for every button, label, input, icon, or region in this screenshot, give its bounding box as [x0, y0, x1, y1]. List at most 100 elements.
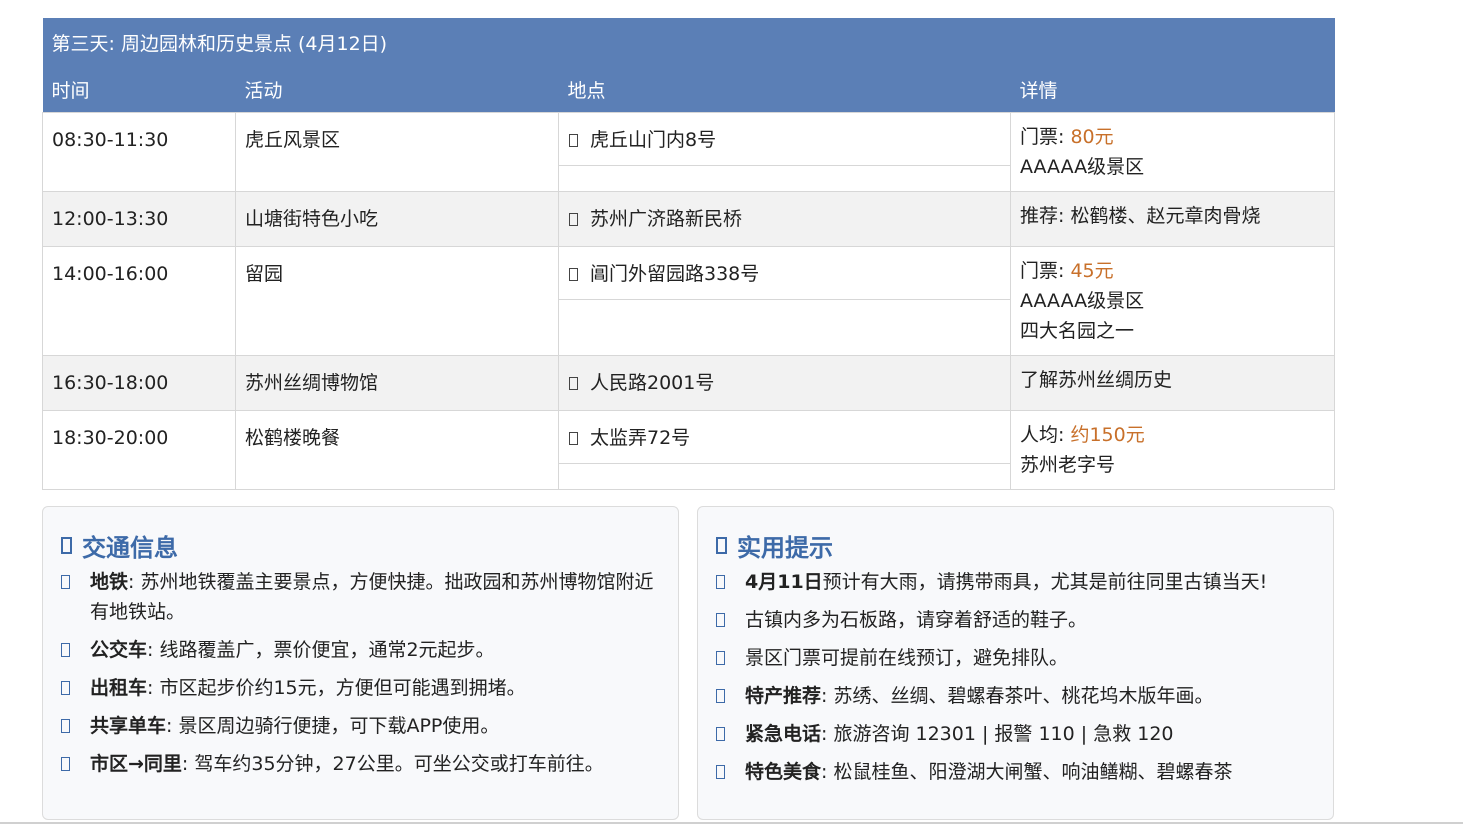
detail-line: AAAAA级景区 [1020, 290, 1145, 312]
location-text: 人民路2001号 [590, 372, 715, 394]
column-header-location: 地点 [558, 66, 1011, 113]
list-item: 地铁: 苏州地铁覆盖主要景点，方便快捷。拙政园和苏州博物馆附近有地铁站。 [61, 567, 660, 627]
cell-activity: 山塘街特色小吃 [235, 191, 559, 247]
item-body: 古镇内多为石板路，请穿着舒适的鞋子。 [745, 609, 1088, 631]
page-bottom-divider [0, 822, 1463, 824]
cell-activity: 苏州丝绸博物馆 [235, 355, 559, 411]
item-label: 共享单车 [90, 715, 167, 737]
location-text: 太监弄72号 [590, 427, 691, 449]
cell-time: 18:30-20:00 [42, 410, 236, 490]
page: 第三天: 周边园林和历史景点 (4月12日) 时间 活动 地点 详情 08:30… [0, 0, 1463, 825]
table-row: 08:30-11:30 虎丘风景区 虎丘山门内8号 门票: 80元 AAAAA级… [42, 112, 1336, 192]
item-body: : 苏州地铁覆盖主要景点，方便快捷。拙政园和苏州博物馆附近有地铁站。 [90, 571, 654, 623]
detail-line: 门票: 45元 [1020, 256, 1325, 286]
map-pin-icon [569, 376, 578, 390]
detail-label: 门票: [1020, 126, 1071, 148]
transport-list: 地铁: 苏州地铁覆盖主要景点，方便快捷。拙政园和苏州博物馆附近有地铁站。 公交车… [61, 567, 660, 779]
price-value: 约150元 [1070, 424, 1145, 446]
detail-label: 人均: [1020, 424, 1071, 446]
cell-location: 人民路2001号 [558, 355, 1011, 411]
location-link[interactable]: 虎丘山门内8号 [559, 113, 1010, 166]
item-label: 市区→同里 [90, 753, 182, 775]
cell-details: 推荐: 松鹤楼、赵元章肉骨烧 [1009, 191, 1336, 247]
list-item-text: 市区→同里: 驾车约35分钟，27公里。可坐公交或打车前往。 [90, 749, 604, 779]
transport-title-text: 交通信息 [82, 533, 178, 562]
item-label: 特产推荐 [745, 685, 822, 707]
list-item-text: 公交车: 线路覆盖广，票价便宜，通常2元起步。 [90, 635, 495, 665]
location-text: 苏州广济路新民桥 [590, 208, 743, 230]
list-item-text: 出租车: 市区起步价约15元，方便但可能遇到拥堵。 [90, 673, 526, 703]
list-item-text: 特色美食: 松鼠桂鱼、阳澄湖大闸蟹、响油鳝糊、碧螺春茶 [745, 757, 1232, 787]
item-label: 公交车 [90, 639, 148, 661]
cell-activity: 松鹤楼晚餐 [235, 410, 559, 490]
location-link[interactable]: 苏州广济路新民桥 [559, 192, 1010, 244]
item-body: : 景区周边骑行便捷，可下载APP使用。 [166, 715, 500, 737]
cell-activity: 虎丘风景区 [235, 112, 559, 192]
missing-glyph-icon [61, 643, 70, 657]
cell-details: 人均: 约150元 苏州老字号 [1009, 410, 1336, 490]
item-body: : 线路覆盖广，票价便宜，通常2元起步。 [147, 639, 495, 661]
cell-time: 08:30-11:30 [42, 112, 236, 192]
list-item: 出租车: 市区起步价约15元，方便但可能遇到拥堵。 [61, 673, 660, 703]
item-label: 地铁 [90, 571, 129, 593]
missing-glyph-icon [716, 651, 725, 665]
missing-glyph-icon [716, 613, 725, 627]
detail-line: 了解苏州丝绸历史 [1020, 369, 1173, 391]
map-pin-icon [569, 133, 578, 147]
price-value: 45元 [1070, 260, 1114, 282]
price-value: 80元 [1070, 126, 1114, 148]
list-item: 特产推荐: 苏绣、丝绸、碧螺春茶叶、桃花坞木版年画。 [716, 681, 1315, 711]
cell-location: 阊门外留园路338号 [558, 246, 1011, 356]
list-item: 市区→同里: 驾车约35分钟，27公里。可坐公交或打车前往。 [61, 749, 660, 779]
cell-location: 太监弄72号 [558, 410, 1011, 490]
cell-time: 12:00-13:30 [42, 191, 236, 247]
tips-title-text: 实用提示 [737, 533, 833, 562]
item-body: 预计有大雨，请携带雨具，尤其是前往同里古镇当天! [822, 571, 1268, 593]
table-row: 14:00-16:00 留园 阊门外留园路338号 门票: 45元 AAAAA级… [42, 246, 1336, 356]
item-label: 紧急电话 [745, 723, 822, 745]
table-row: 12:00-13:30 山塘街特色小吃 苏州广济路新民桥 推荐: 松鹤楼、赵元章… [42, 191, 1336, 247]
transport-card: 交通信息 地铁: 苏州地铁覆盖主要景点，方便快捷。拙政园和苏州博物馆附近有地铁站… [42, 506, 679, 820]
detail-line: AAAAA级景区 [1020, 156, 1145, 178]
list-item-text: 地铁: 苏州地铁覆盖主要景点，方便快捷。拙政园和苏州博物馆附近有地铁站。 [90, 567, 660, 627]
list-item: 古镇内多为石板路，请穿着舒适的鞋子。 [716, 605, 1315, 635]
location-text: 阊门外留园路338号 [590, 263, 760, 285]
item-body: : 松鼠桂鱼、阳澄湖大闸蟹、响油鳝糊、碧螺春茶 [821, 761, 1233, 783]
missing-glyph-icon [716, 727, 725, 741]
detail-line: 人均: 约150元 [1020, 420, 1325, 450]
cell-time: 14:00-16:00 [42, 246, 236, 356]
detail-line: 门票: 80元 [1020, 122, 1325, 152]
missing-glyph-icon [61, 719, 70, 733]
itinerary-title: 第三天: 周边园林和历史景点 (4月12日) [42, 18, 1335, 66]
cell-activity: 留园 [235, 246, 559, 356]
item-body: : 苏绣、丝绸、碧螺春茶叶、桃花坞木版年画。 [821, 685, 1214, 707]
map-pin-icon [569, 267, 578, 281]
item-body: : 驾车约35分钟，27公里。可坐公交或打车前往。 [181, 753, 604, 775]
location-link[interactable]: 太监弄72号 [559, 411, 1010, 464]
cell-details: 门票: 45元 AAAAA级景区 四大名园之一 [1009, 246, 1336, 356]
detail-label: 门票: [1020, 260, 1071, 282]
location-text: 虎丘山门内8号 [590, 129, 717, 151]
location-link[interactable]: 阊门外留园路338号 [559, 247, 1010, 300]
item-body: : 旅游咨询 12301 | 报警 110 | 急救 120 [821, 723, 1174, 745]
list-item: 公交车: 线路覆盖广，票价便宜，通常2元起步。 [61, 635, 660, 665]
list-item-text: 紧急电话: 旅游咨询 12301 | 报警 110 | 急救 120 [745, 719, 1174, 749]
detail-line: 推荐: 松鹤楼、赵元章肉骨烧 [1020, 205, 1261, 227]
detail-line: 苏州老字号 [1020, 454, 1116, 476]
map-pin-icon [569, 431, 578, 445]
list-item: 特色美食: 松鼠桂鱼、阳澄湖大闸蟹、响油鳝糊、碧螺春茶 [716, 757, 1315, 787]
cell-details: 门票: 80元 AAAAA级景区 [1009, 112, 1336, 192]
lightbulb-icon [716, 536, 727, 554]
location-link[interactable]: 人民路2001号 [559, 356, 1010, 408]
item-label: 出租车 [90, 677, 148, 699]
transport-title: 交通信息 [61, 525, 660, 565]
item-label: 4月11日 [745, 571, 823, 593]
cell-details: 了解苏州丝绸历史 [1009, 355, 1336, 411]
column-header-time: 时间 [42, 66, 236, 113]
table-row: 16:30-18:00 苏州丝绸博物馆 人民路2001号 了解苏州丝绸历史 [42, 355, 1336, 411]
list-item-text: 特产推荐: 苏绣、丝绸、碧螺春茶叶、桃花坞木版年画。 [745, 681, 1213, 711]
itinerary-table: 第三天: 周边园林和历史景点 (4月12日) 时间 活动 地点 详情 08:30… [42, 18, 1336, 490]
tips-title: 实用提示 [716, 525, 1315, 565]
missing-glyph-icon [716, 689, 725, 703]
table-row: 18:30-20:00 松鹤楼晚餐 太监弄72号 人均: 约150元 苏州老字号 [42, 410, 1336, 490]
